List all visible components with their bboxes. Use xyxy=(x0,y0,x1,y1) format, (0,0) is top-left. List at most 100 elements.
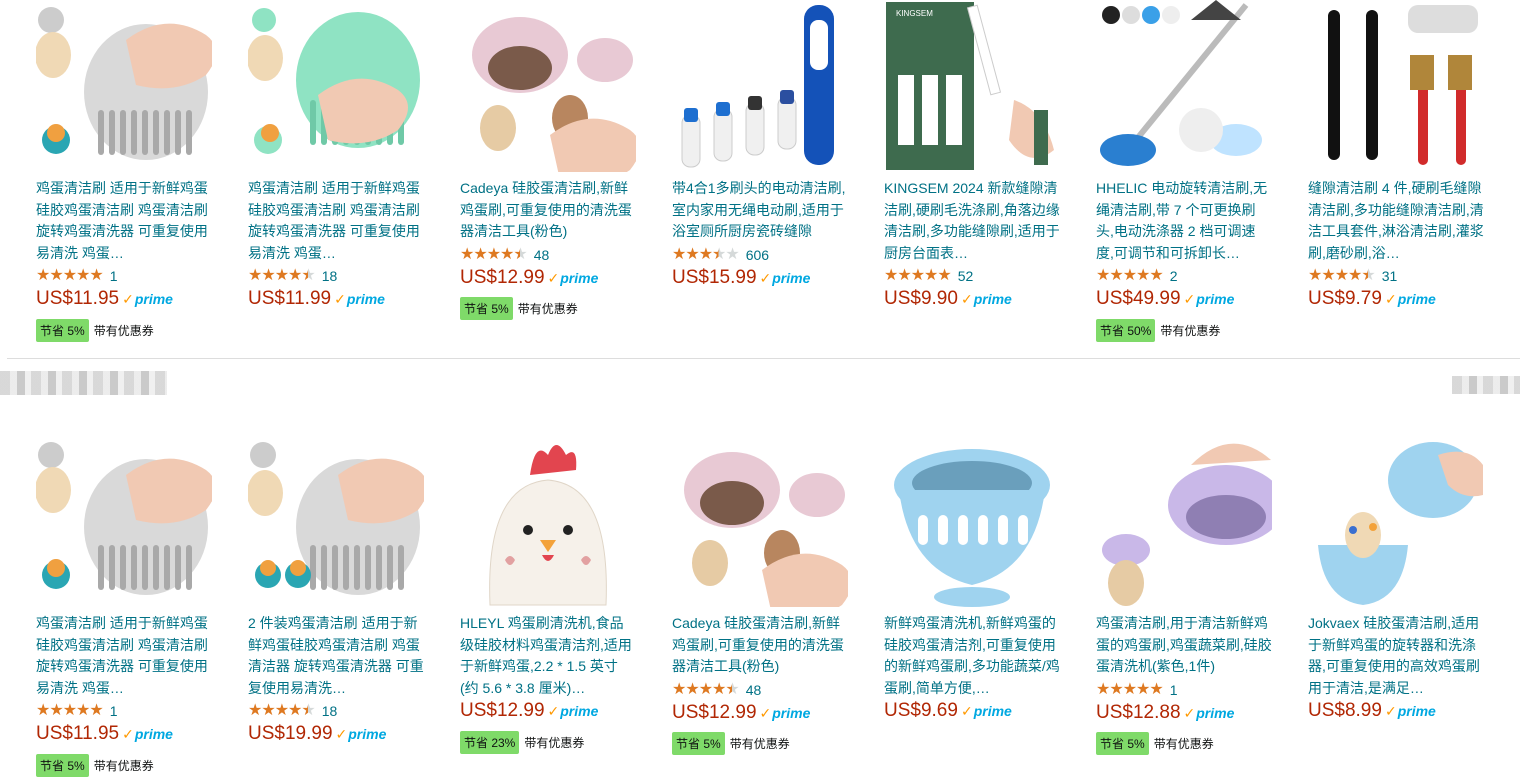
product-image[interactable] xyxy=(460,435,636,607)
product-card[interactable]: 鸡蛋清洁刷,用于清洁新鲜鸡蛋的鸡蛋刷,鸡蛋蔬菜刷,硅胶蛋清洗机(紫色,1件) ★… xyxy=(1096,435,1286,756)
product-title-link[interactable]: KINGSEM 2024 新款缝隙清洁刷,硬刷毛洗涤刷,角落边缘清洁刷,多功能缝… xyxy=(884,178,1060,264)
product-card[interactable]: 2 件装鸡蛋清洁刷 适用于新鲜鸡蛋硅胶鸡蛋清洁刷 鸡蛋清洁器 旋转鸡蛋清洗器 可… xyxy=(248,435,438,751)
prime-label: prime xyxy=(1397,291,1436,307)
rating-row[interactable]: ★★★★★ 1 xyxy=(36,700,226,722)
product-title-link[interactable]: 2 件装鸡蛋清洁刷 适用于新鲜鸡蛋硅胶鸡蛋清洁刷 鸡蛋清洁器 旋转鸡蛋清洗器 可… xyxy=(248,613,424,699)
review-count-link[interactable]: 2 xyxy=(1170,268,1178,284)
product-image[interactable] xyxy=(248,435,424,607)
price: US$11.95 xyxy=(36,723,120,744)
rating-row[interactable]: ★★★★★ 606 xyxy=(672,244,862,266)
row-divider xyxy=(7,358,1520,359)
product-title-link[interactable]: 鸡蛋清洁刷 适用于新鲜鸡蛋 硅胶鸡蛋清洁刷 鸡蛋清洁刷 旋转鸡蛋清洗器 可重复使… xyxy=(248,178,424,264)
product-title-link[interactable]: 鸡蛋清洁刷 适用于新鲜鸡蛋 硅胶鸡蛋清洁刷 鸡蛋清洁刷 旋转鸡蛋清洗器 可重复使… xyxy=(36,178,212,264)
product-card[interactable]: Jokvaex 硅胶蛋清洁刷,适用于新鲜鸡蛋的旋转器和洗涤器,可重复使用的高效鸡… xyxy=(1308,435,1498,728)
review-count-link[interactable]: 18 xyxy=(322,703,338,719)
price-row: US$15.99 ✓prime xyxy=(672,267,862,295)
review-count-link[interactable]: 18 xyxy=(322,268,338,284)
product-title-link[interactable]: HLEYL 鸡蛋刷清洗机,食品级硅胶材料鸡蛋清洁剂,适用于新鲜鸡蛋,2.2 * … xyxy=(460,613,636,699)
product-title-link[interactable]: Jokvaex 硅胶蛋清洁刷,适用于新鲜鸡蛋的旋转器和洗涤器,可重复使用的高效鸡… xyxy=(1308,613,1484,699)
product-card[interactable]: KINGSEM KINGSEM 2024 新款缝隙清洁刷,硬刷毛洗涤刷,角落边缘… xyxy=(884,0,1074,316)
product-title-link[interactable]: Cadeya 硅胶蛋清洁刷,新鲜鸡蛋刷,可重复使用的清洗蛋器清洁工具(粉色) xyxy=(672,613,848,678)
product-card[interactable]: 鸡蛋清洁刷 适用于新鲜鸡蛋 硅胶鸡蛋清洁刷 鸡蛋清洁刷 旋转鸡蛋清洗器 可重复使… xyxy=(248,0,438,316)
price-row: US$12.88 ✓prime xyxy=(1096,702,1286,730)
product-image[interactable] xyxy=(36,0,212,172)
product-image[interactable] xyxy=(672,435,848,607)
prime-label: prime xyxy=(560,703,599,719)
prime-badge-icon: ✓prime xyxy=(122,291,173,307)
savings-badge: 节省 23% xyxy=(460,730,520,754)
price: US$9.69 xyxy=(884,700,958,721)
coupon-label: 带有优惠券 xyxy=(517,302,578,316)
prime-badge-icon: ✓prime xyxy=(547,269,599,286)
product-image[interactable] xyxy=(248,0,424,172)
product-title-link[interactable]: 带4合1多刷头的电动清洁刷,室内家用无绳电动刷,适用于浴室厕所厨房瓷砖缝隙 xyxy=(672,178,848,243)
product-image[interactable] xyxy=(1308,0,1484,172)
coupon-label: 带有优惠券 xyxy=(93,758,154,773)
product-image[interactable]: KINGSEM xyxy=(884,0,1060,172)
prime-badge-icon: ✓prime xyxy=(1183,704,1235,721)
product-title-link[interactable]: HHELIC 电动旋转清洁刷,无绳清洁刷,带 7 个可更换刷头,电动洗涤器 2 … xyxy=(1096,178,1272,264)
savings-badge: 节省 5% xyxy=(460,297,513,320)
rating-row[interactable]: ★★★★★ 48 xyxy=(460,244,650,266)
deal-row: 节省 5% 带有优惠券 xyxy=(672,732,862,756)
review-count-link[interactable]: 1 xyxy=(1170,682,1178,698)
product-image[interactable] xyxy=(1096,0,1272,172)
rating-row[interactable]: ★★★★★ 52 xyxy=(884,265,1074,287)
prime-label: prime xyxy=(348,726,387,742)
product-title-link[interactable]: Cadeya 硅胶蛋清洁刷,新鲜鸡蛋刷,可重复使用的清洗蛋器清洁工具(粉色) xyxy=(460,178,636,243)
product-card[interactable]: HLEYL 鸡蛋刷清洗机,食品级硅胶材料鸡蛋清洁剂,适用于新鲜鸡蛋,2.2 * … xyxy=(460,435,650,754)
svg-text:KINGSEM: KINGSEM xyxy=(896,9,933,18)
review-count-link[interactable]: 31 xyxy=(1382,268,1398,284)
review-count-link[interactable]: 52 xyxy=(958,268,974,284)
deal-row: 节省 5% 带有优惠券 xyxy=(460,297,650,321)
savings-badge: 节省 5% xyxy=(36,318,89,342)
price-row: US$11.95 ✓prime xyxy=(36,288,226,316)
product-title-link[interactable]: 鸡蛋清洁刷 适用于新鲜鸡蛋 硅胶鸡蛋清洁刷 鸡蛋清洁刷 旋转鸡蛋清洗器 可重复使… xyxy=(36,613,212,699)
product-image[interactable] xyxy=(460,0,636,172)
review-count-link[interactable]: 1 xyxy=(110,703,118,719)
product-card[interactable]: 新鲜鸡蛋清洗机,新鲜鸡蛋的硅胶鸡蛋清洁剂,可重复使用的新鲜鸡蛋刷,多功能蔬菜/鸡… xyxy=(884,435,1074,728)
rating-row[interactable]: ★★★★★ 2 xyxy=(1096,265,1286,287)
product-image[interactable] xyxy=(1096,435,1272,607)
rating-row[interactable]: ★★★★★ 18 xyxy=(248,265,438,287)
prime-label: prime xyxy=(1196,291,1235,307)
product-card[interactable]: 缝隙清洁刷 4 件,硬刷毛缝隙清洁刷,多功能缝隙清洁刷,清洁工具套件,淋浴清洁刷… xyxy=(1308,0,1498,316)
review-count-link[interactable]: 1 xyxy=(110,268,118,284)
review-count-link[interactable]: 48 xyxy=(534,247,550,263)
product-card[interactable]: 鸡蛋清洁刷 适用于新鲜鸡蛋 硅胶鸡蛋清洁刷 鸡蛋清洁刷 旋转鸡蛋清洗器 可重复使… xyxy=(36,435,226,777)
price-row: US$12.99 ✓prime xyxy=(460,267,650,295)
product-image[interactable] xyxy=(36,435,212,607)
rating-row[interactable]: ★★★★★ 18 xyxy=(248,700,438,722)
rating-row[interactable]: ★★★★★ 1 xyxy=(36,265,226,287)
prime-badge-icon: ✓prime xyxy=(335,726,387,742)
product-card[interactable]: 鸡蛋清洁刷 适用于新鲜鸡蛋 硅胶鸡蛋清洁刷 鸡蛋清洁刷 旋转鸡蛋清洗器 可重复使… xyxy=(36,0,226,342)
product-card[interactable]: Cadeya 硅胶蛋清洁刷,新鲜鸡蛋刷,可重复使用的清洗蛋器清洁工具(粉色) ★… xyxy=(672,435,862,756)
price-row: US$11.95 ✓prime xyxy=(36,723,226,751)
prime-label: prime xyxy=(134,726,173,742)
review-count-link[interactable]: 48 xyxy=(746,682,762,698)
rating-row[interactable]: ★★★★★ 1 xyxy=(1096,679,1286,701)
price-row: US$12.99 ✓prime xyxy=(672,702,862,730)
product-title-link[interactable]: 缝隙清洁刷 4 件,硬刷毛缝隙清洁刷,多功能缝隙清洁刷,清洁工具套件,淋浴清洁刷… xyxy=(1308,178,1484,264)
star-rating-icon: ★★★★★ xyxy=(1308,267,1376,284)
savings-badge: 节省 5% xyxy=(36,753,89,777)
product-image[interactable] xyxy=(1308,435,1484,607)
rating-row[interactable]: ★★★★★ 31 xyxy=(1308,265,1498,287)
prime-label: prime xyxy=(772,269,811,286)
product-image[interactable] xyxy=(672,0,848,172)
prime-badge-icon: ✓prime xyxy=(1384,703,1436,719)
product-card[interactable]: 带4合1多刷头的电动清洁刷,室内家用无绳电动刷,适用于浴室厕所厨房瓷砖缝隙 ★★… xyxy=(672,0,862,295)
product-card[interactable]: HHELIC 电动旋转清洁刷,无绳清洁刷,带 7 个可更换刷头,电动洗涤器 2 … xyxy=(1096,0,1286,342)
review-count-link[interactable]: 606 xyxy=(746,247,769,263)
price-row: US$19.99 ✓prime xyxy=(248,723,438,751)
price: US$8.99 xyxy=(1308,700,1382,721)
product-title-link[interactable]: 新鲜鸡蛋清洗机,新鲜鸡蛋的硅胶鸡蛋清洁剂,可重复使用的新鲜鸡蛋刷,多功能蔬菜/鸡… xyxy=(884,613,1060,699)
star-rating-icon: ★★★★★ xyxy=(36,702,104,719)
product-image[interactable] xyxy=(884,435,1060,607)
rating-row[interactable]: ★★★★★ 48 xyxy=(672,679,862,701)
price: US$19.99 xyxy=(248,723,333,744)
product-title-link[interactable]: 鸡蛋清洁刷,用于清洁新鲜鸡蛋的鸡蛋刷,鸡蛋蔬菜刷,硅胶蛋清洗机(紫色,1件) xyxy=(1096,613,1272,678)
prime-badge-icon: ✓prime xyxy=(1183,291,1235,307)
deal-row: 节省 23% 带有优惠券 xyxy=(460,730,650,754)
product-card[interactable]: Cadeya 硅胶蛋清洁刷,新鲜鸡蛋刷,可重复使用的清洗蛋器清洁工具(粉色) ★… xyxy=(460,0,650,321)
